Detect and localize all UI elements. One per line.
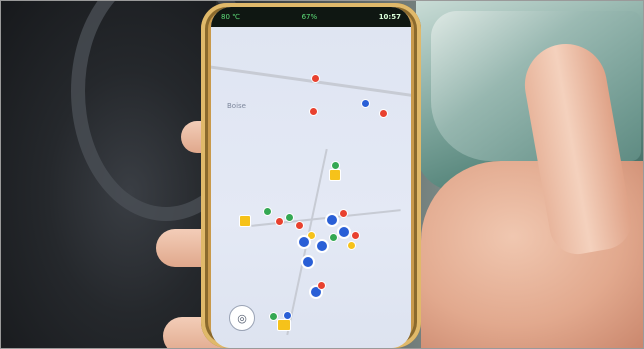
- report-marker[interactable]: [283, 311, 292, 320]
- report-marker[interactable]: [285, 213, 294, 222]
- marker-cluster[interactable]: [315, 239, 329, 253]
- marker-cluster[interactable]: [301, 255, 315, 269]
- report-marker[interactable]: [331, 161, 340, 170]
- report-marker[interactable]: [379, 109, 388, 118]
- report-marker[interactable]: [295, 221, 304, 230]
- map-view[interactable]: Boise ◎: [211, 27, 411, 348]
- phone-screen: 80 ℃ 67% 10:57 Boise ◎: [211, 7, 411, 348]
- marker-cluster[interactable]: [325, 213, 339, 227]
- status-bar: 80 ℃ 67% 10:57: [211, 7, 411, 27]
- photo-frame: 80 ℃ 67% 10:57 Boise ◎: [0, 0, 644, 349]
- report-marker[interactable]: [339, 209, 348, 218]
- report-marker[interactable]: [351, 231, 360, 240]
- report-marker[interactable]: [317, 281, 326, 290]
- marker-cluster[interactable]: [297, 235, 311, 249]
- report-marker[interactable]: [361, 99, 370, 108]
- report-marker[interactable]: [329, 169, 341, 181]
- place-label: Boise: [227, 102, 246, 110]
- smartphone: 80 ℃ 67% 10:57 Boise ◎: [201, 3, 421, 348]
- battery-level: 67%: [301, 13, 318, 21]
- status-left: 80 ℃: [221, 13, 240, 21]
- report-marker[interactable]: [275, 217, 284, 226]
- locate-button[interactable]: ◎: [229, 305, 255, 331]
- report-marker[interactable]: [263, 207, 272, 216]
- highway: [211, 65, 411, 98]
- locate-icon: ◎: [237, 311, 247, 325]
- report-marker[interactable]: [277, 319, 291, 331]
- report-marker[interactable]: [347, 241, 356, 250]
- report-marker[interactable]: [309, 107, 318, 116]
- report-marker[interactable]: [239, 215, 251, 227]
- report-marker[interactable]: [311, 74, 320, 83]
- marker-cluster[interactable]: [337, 225, 351, 239]
- clock: 10:57: [378, 13, 401, 21]
